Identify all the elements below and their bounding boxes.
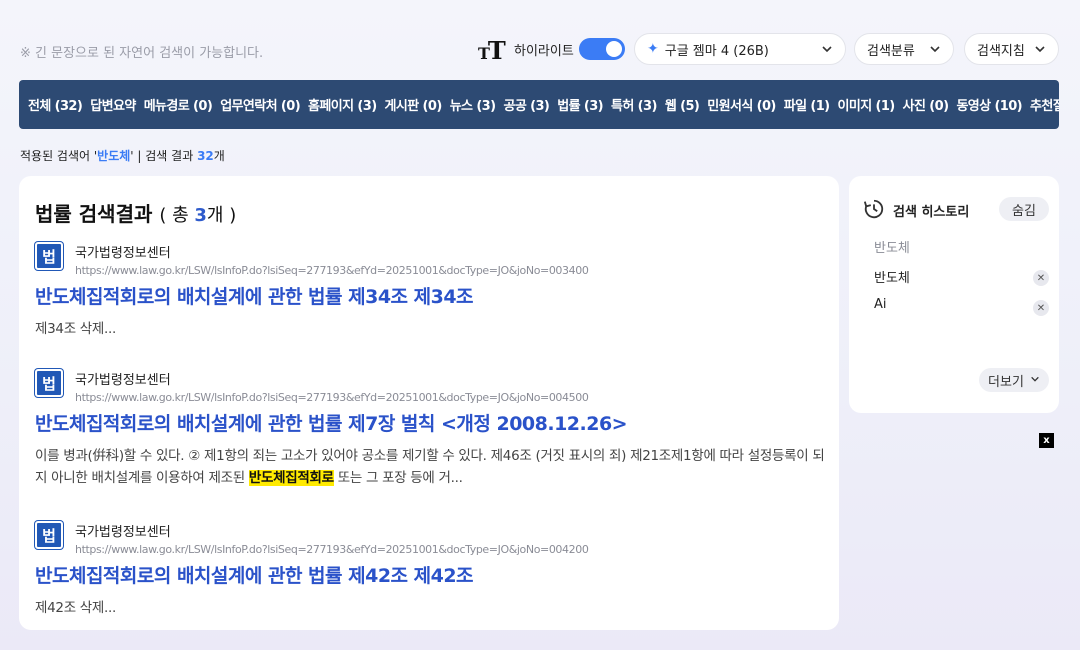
tab-answer-summary[interactable]: 답변요약 — [90, 95, 136, 114]
tab-board[interactable]: 게시판 (0) — [385, 95, 443, 114]
guide-select-value: 검색지침 — [977, 43, 1025, 59]
chevron-down-icon — [1034, 43, 1046, 58]
results-title-text: 법률 검색결과 — [35, 202, 153, 226]
result-url[interactable]: https://www.law.go.kr/LSW/lsInfoP.do?lsi… — [75, 264, 589, 277]
result-source: 국가법령정보센터 — [75, 246, 171, 261]
top-bar: ※ 긴 문장으로 된 자연어 검색이 가능합니다. TT 하이라이트 ✦ 구글 … — [0, 0, 1080, 78]
tab-all[interactable]: 전체 (32) — [28, 95, 83, 114]
more-label: 더보기 — [988, 374, 1024, 390]
tab-menu-path[interactable]: 메뉴경로 (0) — [144, 95, 213, 114]
chevron-down-icon — [821, 43, 833, 58]
more-button[interactable]: 더보기 — [979, 368, 1049, 392]
results-total-suffix: 개 ) — [206, 205, 237, 226]
result-title-link[interactable]: 반도체집적회로의 배치설계에 관한 법률 제42조 제42조 — [35, 561, 474, 588]
close-icon[interactable]: x — [1039, 433, 1054, 448]
tab-videos[interactable]: 동영상 (10) — [956, 95, 1022, 114]
tab-homepage[interactable]: 홈페이지 (3) — [308, 95, 377, 114]
delete-entry-icon[interactable]: ✕ — [1033, 300, 1049, 316]
model-select-value: 구글 젬마 4 (26B) — [664, 43, 769, 59]
result-snippet: 제34조 삭제... — [35, 321, 117, 337]
tab-forms[interactable]: 민원서식 (0) — [707, 95, 776, 114]
category-select[interactable]: 검색분류 — [854, 33, 954, 65]
applied-query-line: 적용된 검색어 '반도체' | 검색 결과 32개 — [20, 147, 225, 164]
history-entry[interactable]: 반도체 — [874, 267, 910, 286]
history-entry[interactable]: 반도체 — [874, 237, 910, 256]
result-title-link[interactable]: 반도체집적회로의 배치설계에 관한 법률 제34조 제34조 — [35, 282, 474, 309]
tab-law[interactable]: 법률 (3) — [557, 95, 603, 114]
search-hint: ※ 긴 문장으로 된 자연어 검색이 가능합니다. — [20, 46, 264, 61]
snippet-text: 또는 그 포장 등에 거... — [333, 470, 463, 486]
results-total: 3 — [194, 205, 207, 226]
tab-contacts[interactable]: 업무연락처 (0) — [220, 95, 300, 114]
category-select-value: 검색분류 — [867, 43, 915, 59]
tab-patent[interactable]: 특허 (3) — [611, 95, 657, 114]
law-logo-icon: 법 — [35, 521, 63, 549]
tab-files[interactable]: 파일 (1) — [784, 95, 830, 114]
highlight-toggle[interactable] — [579, 38, 625, 60]
highlight-label: 하이라이트 — [514, 44, 574, 59]
guide-select[interactable]: 검색지침 — [964, 33, 1059, 65]
result-title-link[interactable]: 반도체집적회로의 배치설계에 관한 법률 제7장 벌칙 <개정 2008.12.… — [35, 409, 628, 436]
model-select[interactable]: ✦ 구글 젬마 4 (26B) — [634, 33, 846, 65]
law-results-panel: 법률 검색결과 ( 총 3개 ) 법 국가법령정보센터 https://www.… — [19, 176, 839, 630]
sparkle-icon: ✦ — [647, 41, 659, 57]
search-history-panel: 검색 히스토리 숨김 반도체 반도체 ✕ Ai ✕ 더보기 — [849, 176, 1059, 413]
result-url[interactable]: https://www.law.go.kr/LSW/lsInfoP.do?lsi… — [75, 543, 589, 556]
result-snippet: 제42조 삭제... — [35, 600, 117, 616]
category-nav: 전체 (32) 답변요약 메뉴경로 (0) 업무연락처 (0) 홈페이지 (3)… — [19, 80, 1059, 129]
law-logo-icon: 법 — [35, 369, 63, 397]
tab-public[interactable]: 공공 (3) — [503, 95, 549, 114]
law-logo-icon: 법 — [35, 242, 63, 270]
chevron-down-icon — [1030, 374, 1040, 387]
result-source: 국가법령정보센터 — [75, 525, 171, 540]
result-url[interactable]: https://www.law.go.kr/LSW/lsInfoP.do?lsi… — [75, 391, 589, 404]
applied-middle: ' | 검색 결과 — [130, 149, 198, 163]
snippet-highlight: 반도체집적회로 — [248, 470, 334, 486]
chevron-down-icon — [929, 43, 941, 58]
tab-web[interactable]: 웹 (5) — [665, 95, 700, 114]
tab-photos[interactable]: 사진 (0) — [903, 95, 949, 114]
applied-keyword: 반도체 — [97, 149, 131, 163]
toggle-knob — [606, 41, 622, 57]
results-title: 법률 검색결과 ( 총 3개 ) — [35, 198, 236, 227]
applied-prefix: 적용된 검색어 ' — [20, 149, 98, 163]
hide-history-button[interactable]: 숨김 — [999, 197, 1049, 221]
history-title: 검색 히스토리 — [893, 205, 970, 220]
tab-news[interactable]: 뉴스 (3) — [450, 95, 496, 114]
result-source: 국가법령정보센터 — [75, 373, 171, 388]
results-total-prefix: ( 총 — [159, 205, 195, 226]
result-snippet: 이를 병과(倂科)할 수 있다. ② 제1항의 죄는 고소가 있어야 공소를 제… — [35, 445, 825, 489]
text-size-icon[interactable]: TT — [478, 36, 506, 65]
history-icon — [863, 199, 884, 219]
delete-entry-icon[interactable]: ✕ — [1033, 270, 1049, 286]
applied-suffix: 개 — [213, 149, 225, 163]
tab-images[interactable]: 이미지 (1) — [838, 95, 896, 114]
tab-recommended-questions[interactable]: 추천질문 — [1030, 95, 1059, 114]
result-count: 32 — [197, 149, 214, 163]
history-entry[interactable]: Ai — [874, 297, 887, 312]
